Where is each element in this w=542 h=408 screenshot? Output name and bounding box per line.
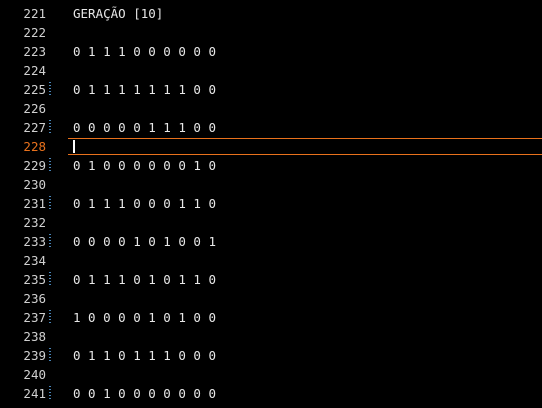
editor-line[interactable]: 242 [0,403,542,408]
editor-line[interactable]: 224 [0,61,542,80]
change-marker [49,196,51,211]
line-number: 236 [23,291,46,306]
line-content[interactable]: 1 0 0 0 0 1 0 1 0 0 [73,308,216,327]
line-number: 233 [23,234,46,249]
current-line-highlight [68,138,542,155]
line-number: 235 [23,272,46,287]
editor-line[interactable]: 235 0 1 1 1 0 1 0 1 1 0 [0,270,542,289]
line-number: 229 [23,158,46,173]
line-number: 241 [23,386,46,401]
change-marker [49,120,51,135]
editor-line[interactable]: 225 0 1 1 1 1 1 1 1 0 0 [0,80,542,99]
line-content[interactable]: 0 0 1 0 0 0 0 0 0 0 [73,384,216,403]
change-marker [49,386,51,401]
line-number: 224 [23,63,46,78]
line-content[interactable]: 0 1 1 1 0 0 0 1 1 0 [73,194,216,213]
line-number: 239 [23,348,46,363]
editor-line[interactable]: 227 0 0 0 0 0 1 1 1 0 0 [0,118,542,137]
line-number: 234 [23,253,46,268]
line-number: 226 [23,101,46,116]
change-marker [49,82,51,97]
editor-line[interactable]: 233 0 0 0 0 1 0 1 0 0 1 [0,232,542,251]
editor-line[interactable]: 241 0 0 1 0 0 0 0 0 0 0 [0,384,542,403]
current-line[interactable]: 228 [0,137,542,156]
line-content[interactable]: 0 0 0 0 0 1 1 1 0 0 [73,118,216,137]
editor-line[interactable]: 236 [0,289,542,308]
line-content[interactable]: 0 1 1 0 1 1 1 0 0 0 [73,346,216,365]
line-content[interactable]: 0 1 1 1 0 1 0 1 1 0 [73,270,216,289]
line-content[interactable]: 0 0 0 0 1 0 1 0 0 1 [73,232,216,251]
change-marker [49,348,51,363]
editor-line[interactable]: 240 [0,365,542,384]
line-number: 237 [23,310,46,325]
text-cursor [73,140,75,153]
editor-line[interactable]: 232 [0,213,542,232]
line-number: 231 [23,196,46,211]
line-number: 227 [23,120,46,135]
line-number: 221 [23,6,46,21]
line-number: 240 [23,367,46,382]
editor-line[interactable]: 221 GERAÇÃO [10] [0,4,542,23]
line-content[interactable]: 0 1 0 0 0 0 0 0 1 0 [73,156,216,175]
line-number: 222 [23,25,46,40]
line-number: 242 [0,403,46,408]
change-marker [49,158,51,173]
line-content[interactable]: 0 1 1 1 1 1 1 1 0 0 [73,80,216,99]
editor-line[interactable]: 238 [0,327,542,346]
line-content[interactable]: GERAÇÃO [10] [73,4,163,23]
line-number: 232 [23,215,46,230]
change-marker [49,310,51,325]
line-number: 223 [23,44,46,59]
code-editor[interactable]: 221 GERAÇÃO [10] 222 223 0 1 1 1 0 0 0 0 0 0… [0,0,542,408]
editor-line[interactable]: 229 0 1 0 0 0 0 0 0 1 0 [0,156,542,175]
line-number: 230 [23,177,46,192]
editor-line[interactable]: 222 [0,23,542,42]
editor-line[interactable]: 230 [0,175,542,194]
editor-line[interactable]: 234 [0,251,542,270]
editor-line[interactable]: 226 [0,99,542,118]
editor-line[interactable]: 223 0 1 1 1 0 0 0 0 0 0 [0,42,542,61]
line-number: 225 [23,82,46,97]
change-marker [49,234,51,249]
editor-line[interactable]: 237 1 0 0 0 0 1 0 1 0 0 [0,308,542,327]
change-marker [49,272,51,287]
editor-line[interactable]: 239 0 1 1 0 1 1 1 0 0 0 [0,346,542,365]
line-content[interactable]: 0 1 1 1 0 0 0 0 0 0 [73,42,216,61]
line-number: 238 [23,329,46,344]
line-number: 228 [23,139,46,154]
editor-line[interactable]: 231 0 1 1 1 0 0 0 1 1 0 [0,194,542,213]
